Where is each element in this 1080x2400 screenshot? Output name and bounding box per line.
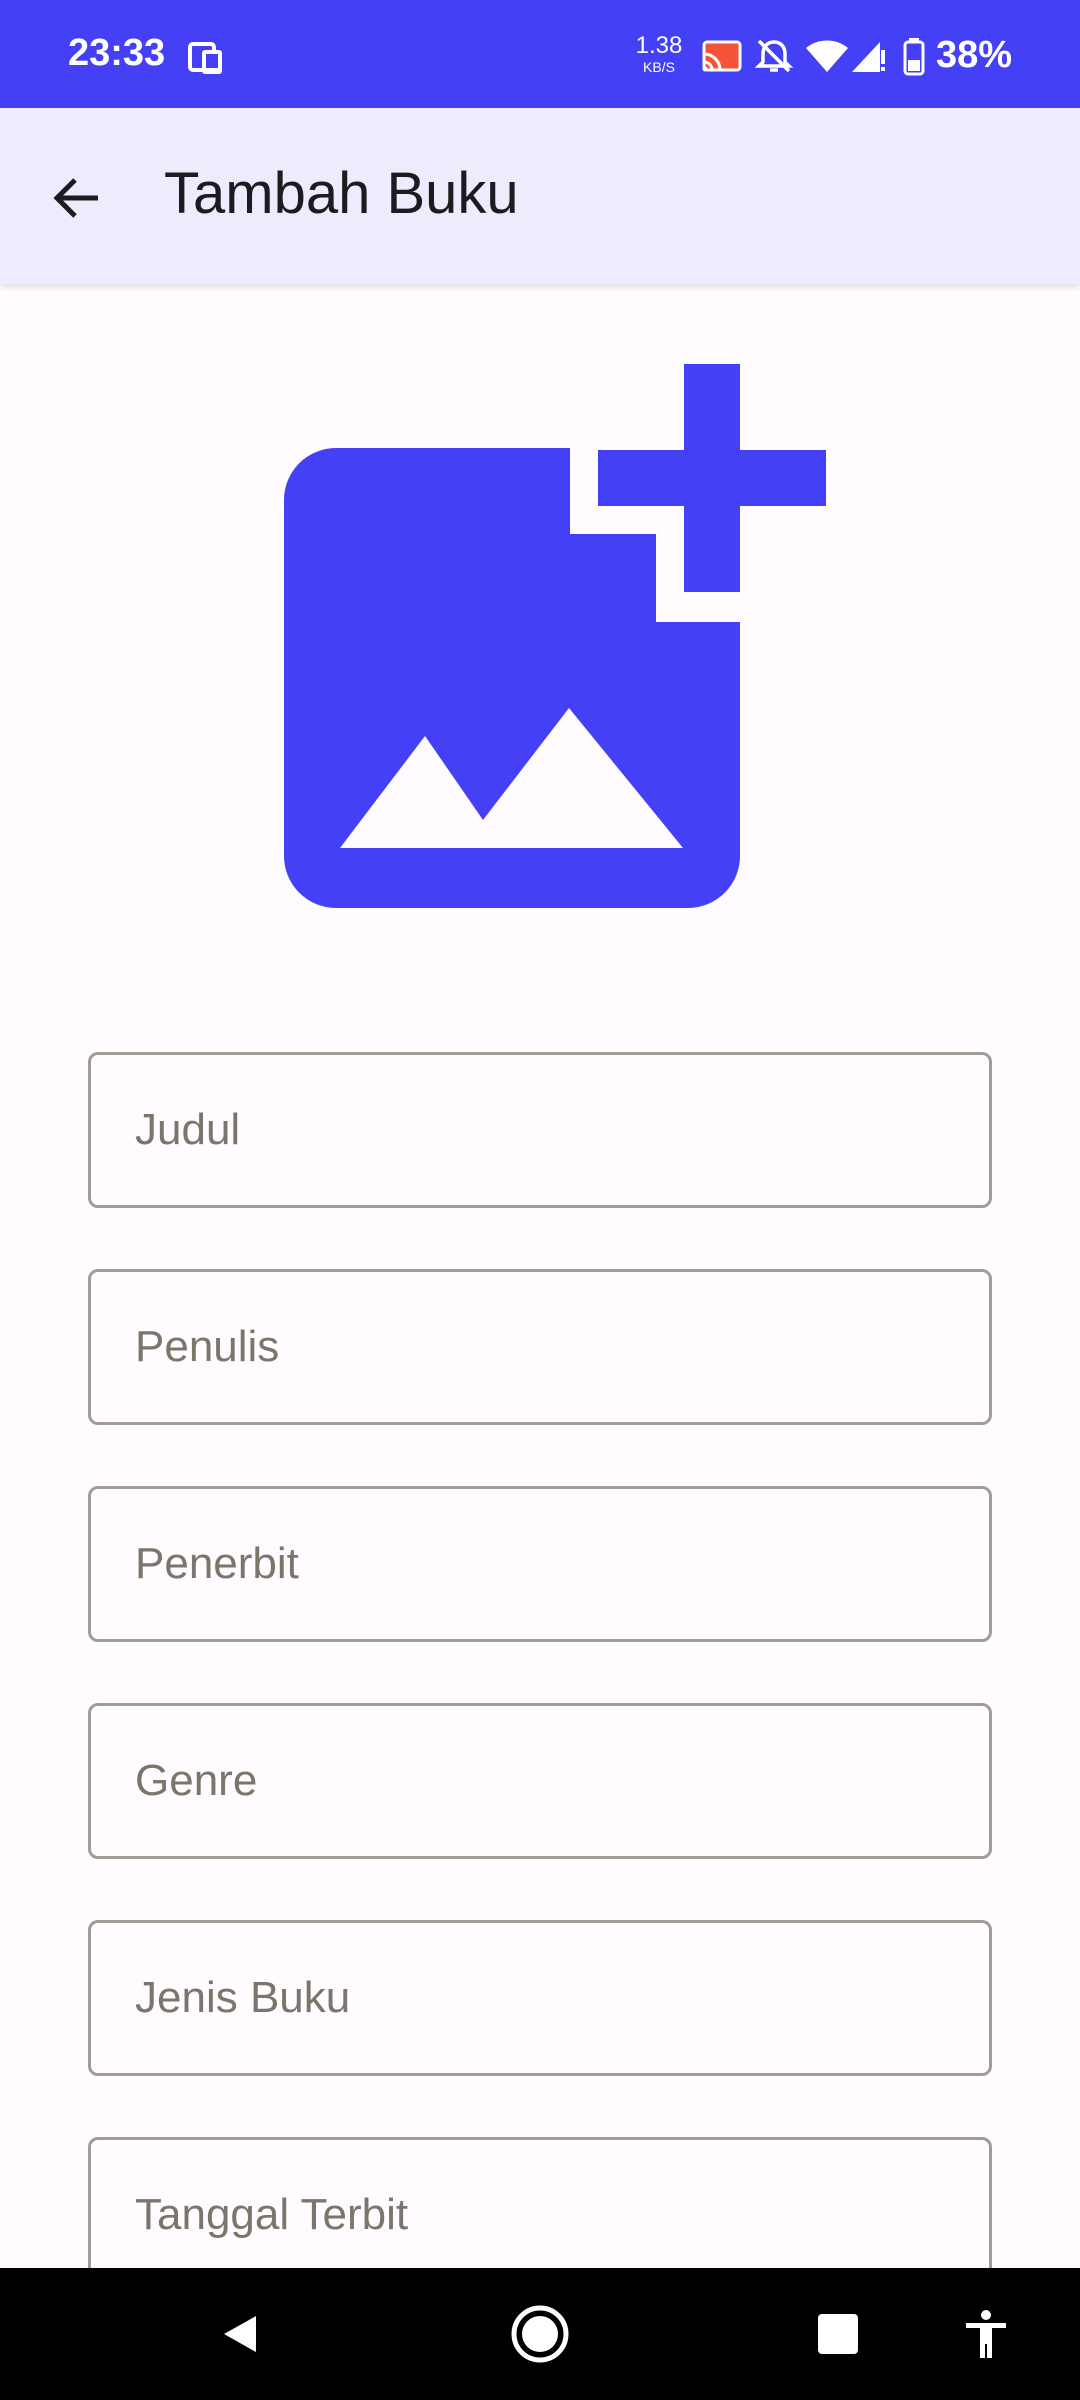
system-nav-bar bbox=[0, 2268, 1080, 2400]
author-field-placeholder: Penulis bbox=[135, 1322, 280, 1371]
back-button[interactable] bbox=[30, 152, 122, 244]
battery-icon bbox=[903, 38, 925, 76]
add-book-screen: 23:33 1.38 KB/S 4 38% Tambah Buku Judul … bbox=[0, 0, 1080, 2400]
svg-text:4: 4 bbox=[832, 61, 840, 76]
notifications-off-icon bbox=[754, 39, 794, 73]
network-speed-value: 1.38 bbox=[635, 32, 683, 59]
title-field[interactable]: Judul bbox=[88, 1052, 992, 1208]
cell-signal-icon bbox=[852, 42, 885, 72]
accessibility-icon bbox=[966, 2310, 1006, 2358]
wifi-icon: 4 bbox=[806, 40, 848, 76]
add-photo-button[interactable] bbox=[280, 360, 832, 912]
phone-sync-icon bbox=[188, 42, 222, 74]
nav-recents-button[interactable] bbox=[798, 2294, 878, 2374]
network-speed-unit: KB/S bbox=[643, 59, 675, 75]
genre-field-placeholder: Genre bbox=[135, 1756, 258, 1805]
arrow-back-icon bbox=[53, 178, 98, 218]
publisher-field-placeholder: Penerbit bbox=[135, 1539, 299, 1588]
status-bar: 23:33 1.38 KB/S 4 38% bbox=[0, 0, 1080, 108]
battery-percent: 38% bbox=[936, 34, 1013, 76]
add-photo-icon bbox=[284, 364, 826, 908]
network-speed: 1.38 KB/S bbox=[632, 32, 686, 75]
book-type-field-placeholder: Jenis Buku bbox=[135, 1973, 351, 2022]
top-app-bar: Tambah Buku bbox=[0, 108, 1080, 284]
cast-icon bbox=[702, 40, 742, 72]
nav-back-button[interactable] bbox=[200, 2294, 280, 2374]
home-circle-icon bbox=[511, 2305, 569, 2363]
page-title: Tambah Buku bbox=[164, 161, 519, 226]
nav-accessibility-button[interactable] bbox=[946, 2294, 1026, 2374]
title-field-placeholder: Judul bbox=[135, 1105, 241, 1154]
publish-date-field-placeholder: Tanggal Terbit bbox=[135, 2190, 409, 2239]
publisher-field[interactable]: Penerbit bbox=[88, 1486, 992, 1642]
book-type-field[interactable]: Jenis Buku bbox=[88, 1920, 992, 2076]
author-field[interactable]: Penulis bbox=[88, 1269, 992, 1425]
back-triangle-icon bbox=[224, 2316, 256, 2352]
recents-square-icon bbox=[818, 2314, 858, 2354]
genre-field[interactable]: Genre bbox=[88, 1703, 992, 1859]
nav-home-button[interactable] bbox=[500, 2294, 580, 2374]
status-time: 23:33 bbox=[68, 32, 166, 74]
